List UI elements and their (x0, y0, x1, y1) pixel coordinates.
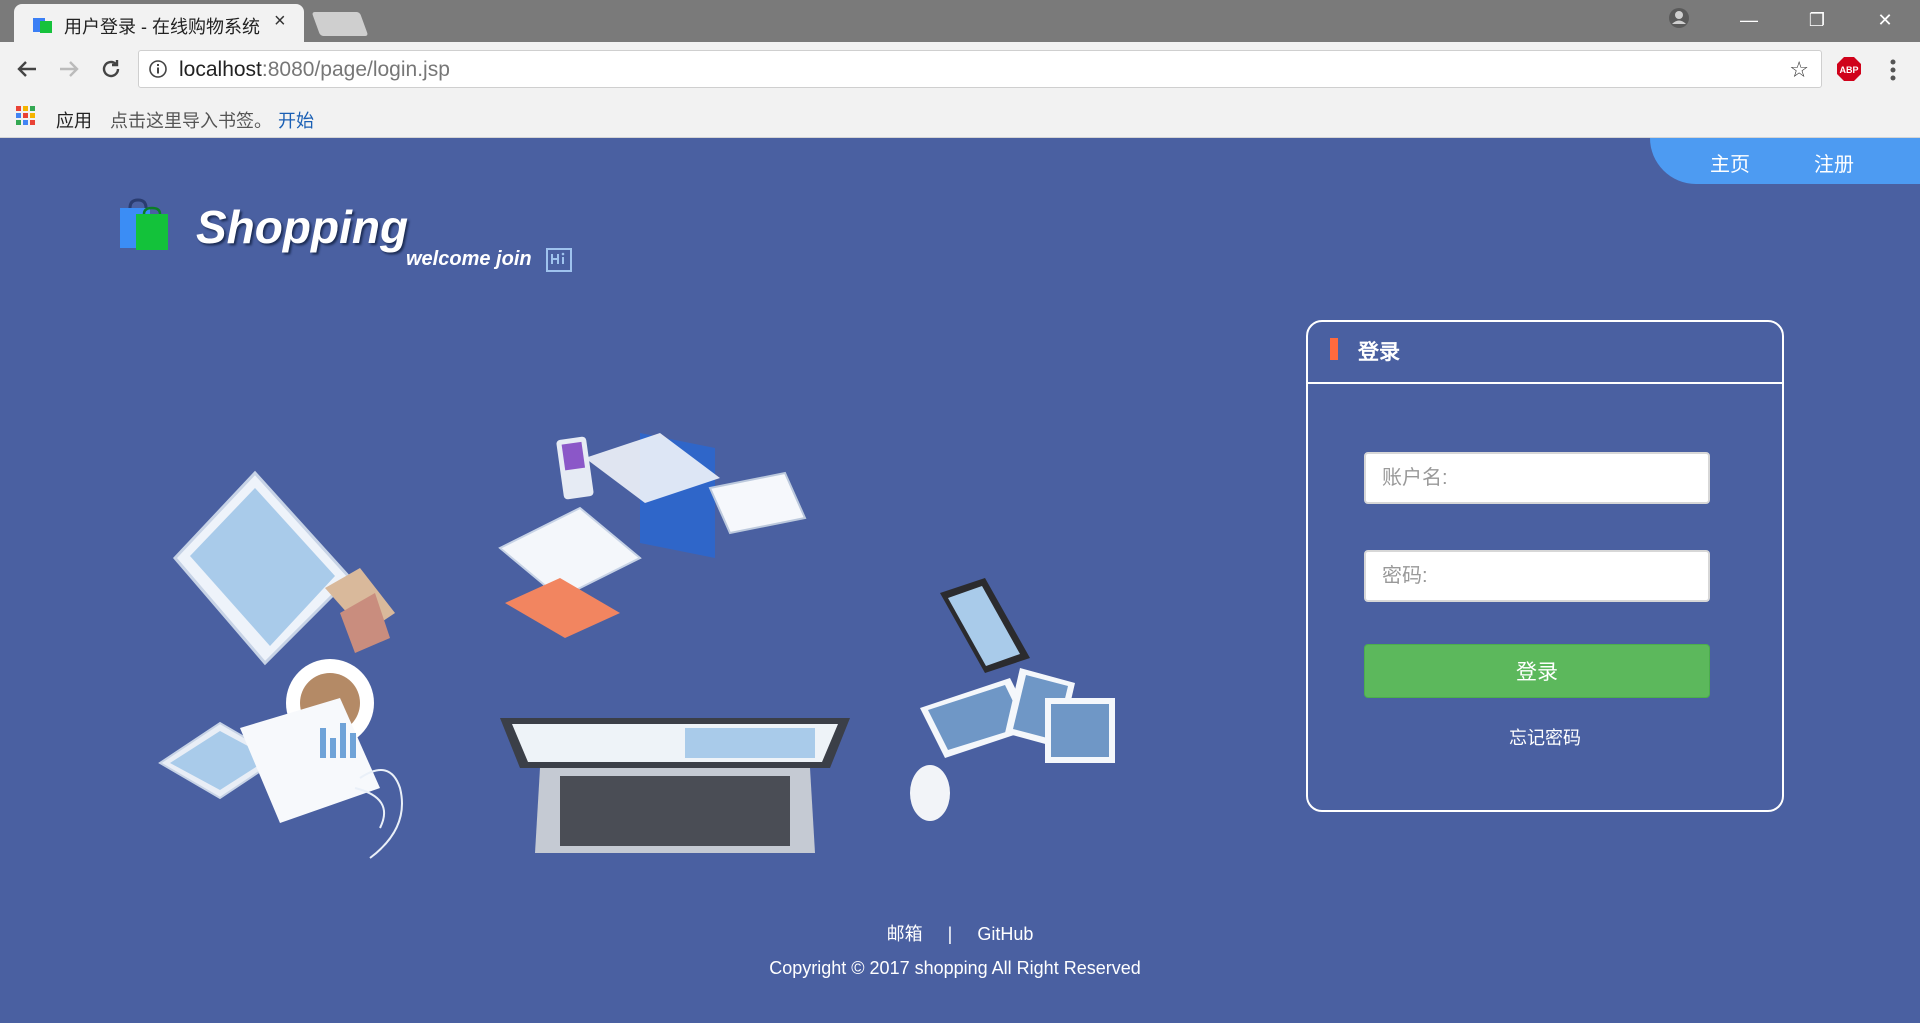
login-panel: 登录 登录 忘记密码 (1306, 320, 1784, 812)
laptop-bottom-illustration (500, 718, 850, 853)
reload-button[interactable] (94, 52, 128, 86)
footer-separator: | (947, 924, 953, 944)
footer-links: 邮箱 | GitHub (0, 920, 1920, 946)
browser-tab-active[interactable]: 用户登录 - 在线购物系统 × (14, 4, 304, 42)
laptop-top-illustration (498, 433, 807, 638)
login-button[interactable]: 登录 (1364, 644, 1710, 698)
url-host: localhost (179, 58, 262, 81)
back-arrow-icon (17, 61, 36, 77)
phone-photos-illustration (920, 578, 1115, 763)
nav-home-link[interactable]: 主页 (1710, 148, 1750, 177)
new-tab-button[interactable] (311, 12, 369, 36)
reload-icon (102, 60, 120, 78)
shopping-bag-icon (33, 18, 52, 33)
password-input[interactable] (1364, 550, 1710, 602)
email-link[interactable]: 邮箱 (887, 924, 923, 944)
login-header: 登录 (1308, 322, 1782, 384)
minimize-button[interactable]: — (1716, 0, 1782, 40)
mouse-illustration (910, 765, 950, 821)
github-link[interactable]: GitHub (977, 924, 1033, 944)
apps-bookmark[interactable]: 应用 (56, 107, 92, 133)
brand-name: Shopping (196, 201, 409, 253)
url-path: :8080/page/login.jsp (261, 58, 450, 81)
tab-title: 用户登录 - 在线购物系统 (64, 17, 260, 37)
top-nav: 主页 注册 (1650, 138, 1920, 184)
tablet-illustration (172, 470, 395, 666)
devices-illustration (158, 433, 1115, 859)
shopping-bag-logo-icon (120, 198, 168, 250)
profile-icon[interactable] (1668, 7, 1690, 29)
address-bar[interactable]: localhost:8080/page/login.jsp ☆ (138, 50, 1822, 88)
bookmark-star-icon[interactable]: ☆ (1789, 57, 1809, 83)
bookmarks-bar: 应用 点击这里导入书签。 开始 (0, 96, 1920, 138)
apps-grid-icon[interactable] (16, 106, 36, 126)
info-icon[interactable] (149, 60, 167, 78)
close-tab-icon[interactable]: × (274, 10, 286, 33)
page-content: 主页 注册 Shopping welcome join 登录 账户名: 登录 忘… (0, 138, 1920, 1023)
forgot-password-link[interactable]: 忘记密码 (1308, 724, 1782, 750)
svg-text:ABP: ABP (1839, 65, 1858, 75)
nav-register-link[interactable]: 注册 (1814, 148, 1854, 177)
username-input[interactable] (1364, 452, 1710, 504)
start-link[interactable]: 开始 (278, 107, 314, 133)
more-menu-icon[interactable] (1880, 56, 1906, 84)
tab-strip: 用户登录 - 在线购物系统 × — ❐ ✕ (0, 0, 1920, 42)
restore-button[interactable]: ❐ (1784, 0, 1850, 40)
copyright-text: Copyright © 2017 shopping All Right Rese… (769, 958, 1141, 978)
hi-badge-icon (546, 248, 572, 272)
back-button[interactable] (10, 52, 44, 86)
bookmarks-hint: 点击这里导入书签。 (110, 111, 272, 131)
title-marker (1330, 338, 1338, 360)
login-title: 登录 (1358, 341, 1400, 364)
brand-tagline: welcome join (406, 248, 532, 270)
close-window-button[interactable]: ✕ (1852, 0, 1918, 40)
forward-arrow-icon (60, 61, 79, 77)
phone-charts-illustration (158, 698, 380, 823)
url-text: localhost:8080/page/login.jsp (179, 58, 450, 82)
forward-button[interactable] (52, 52, 86, 86)
adblock-icon[interactable]: ABP (1836, 56, 1862, 82)
